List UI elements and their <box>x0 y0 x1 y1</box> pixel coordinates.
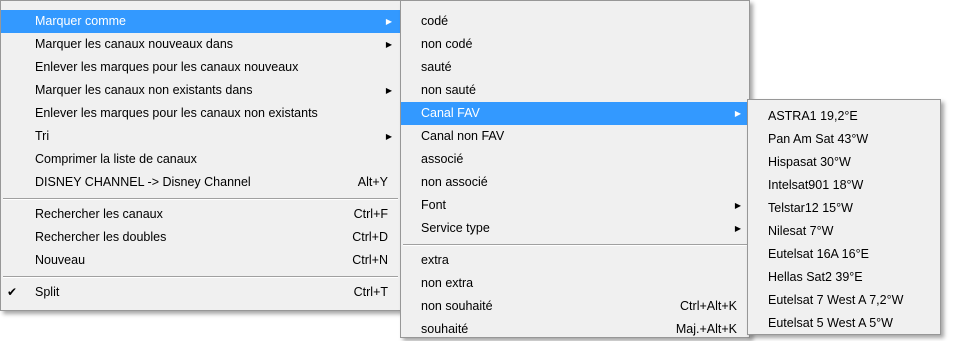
menu-item-label: Eutelsat 16A 16°E <box>768 247 869 261</box>
menu-item-label: sauté <box>421 60 452 74</box>
menu-item-shortcut: Alt+Y <box>357 175 388 189</box>
menu-item-label: codé <box>421 14 449 28</box>
menu-item-label: non souhaité <box>421 299 493 313</box>
menu-item-label: associé <box>421 152 464 166</box>
submenu-arrow-icon: ▶ <box>734 224 741 233</box>
menu-item-satellite[interactable]: Pan Am Sat 43°W <box>748 128 940 151</box>
menu-item-enlever-non-existants[interactable]: Enlever les marques pour les canaux non … <box>1 102 400 125</box>
menu-item-code[interactable]: codé <box>401 10 749 33</box>
menu-item-non-saute[interactable]: non sauté <box>401 79 749 102</box>
menu-item-label: Tri <box>35 129 50 143</box>
menu-item-split[interactable]: ✔ Split Ctrl+T <box>1 281 400 304</box>
menu-item-label: Eutelsat 7 West A 7,2°W <box>768 293 904 307</box>
menu-item-canal-fav[interactable]: Canal FAV ▶ <box>401 102 749 125</box>
menu-item-shortcut: Ctrl+T <box>353 285 388 299</box>
submenu-arrow-icon: ▶ <box>385 86 392 95</box>
menu-item-associe[interactable]: associé <box>401 148 749 171</box>
menu-item-saute[interactable]: sauté <box>401 56 749 79</box>
menu-item-satellite[interactable]: Hellas Sat2 39°E <box>748 266 940 289</box>
menu-item-shortcut: Ctrl+F <box>353 207 388 221</box>
submenu-canal-fav: ASTRA1 19,2°E Pan Am Sat 43°W Hispasat 3… <box>747 99 941 335</box>
menu-item-label: souhaité <box>421 322 469 336</box>
context-menu: Marquer comme ▶ Marquer les canaux nouvea… <box>0 0 401 311</box>
menu-item-marquer-nouveaux[interactable]: Marquer les canaux nouveaux dans ▶ <box>1 33 400 56</box>
menu-item-label: Canal FAV <box>421 106 480 120</box>
menu-item-label: Enlever les marques pour les canaux nouv… <box>35 60 299 74</box>
menu-item-satellite[interactable]: Hispasat 30°W <box>748 151 940 174</box>
menu-item-label: Service type <box>421 221 490 235</box>
submenu-arrow-icon: ▶ <box>385 40 392 49</box>
menu-item-non-extra[interactable]: non extra <box>401 272 749 295</box>
menu-item-label: Telstar12 15°W <box>768 201 853 215</box>
menu-item-non-code[interactable]: non codé <box>401 33 749 56</box>
menu-item-label: non sauté <box>421 83 476 97</box>
submenu-arrow-icon: ▶ <box>385 132 392 141</box>
menu-item-label: Marquer les canaux non existants dans <box>35 83 253 97</box>
menu-item-shortcut: Ctrl+Alt+K <box>680 299 737 313</box>
menu-item-label: Font <box>421 198 447 212</box>
menu-item-marquer-non-existants[interactable]: Marquer les canaux non existants dans ▶ <box>1 79 400 102</box>
menu-item-non-souhaite[interactable]: non souhaité Ctrl+Alt+K <box>401 295 749 318</box>
menu-item-label: Intelsat901 18°W <box>768 178 864 192</box>
menu-item-non-associe[interactable]: non associé <box>401 171 749 194</box>
menu-item-tri[interactable]: Tri ▶ <box>1 125 400 148</box>
menu-separator <box>1 194 400 203</box>
menu-item-label: ASTRA1 19,2°E <box>768 109 858 123</box>
menu-item-enlever-nouveaux[interactable]: Enlever les marques pour les canaux nouv… <box>1 56 400 79</box>
menu-item-rechercher-canaux[interactable]: Rechercher les canaux Ctrl+F <box>1 203 400 226</box>
menu-item-satellite[interactable]: Eutelsat 16A 16°E <box>748 243 940 266</box>
menu-item-label: Split <box>35 285 60 299</box>
menu-item-label: Hellas Sat2 39°E <box>768 270 863 284</box>
menu-item-satellite[interactable]: Eutelsat 7 West A 7,2°W <box>748 289 940 312</box>
menu-item-label: Marquer les canaux nouveaux dans <box>35 37 234 51</box>
menu-item-service-type[interactable]: Service type ▶ <box>401 217 749 240</box>
menu-item-label: Pan Am Sat 43°W <box>768 132 869 146</box>
menu-item-satellite[interactable]: Nilesat 7°W <box>748 220 940 243</box>
menu-item-label: Rechercher les canaux <box>35 207 163 221</box>
menu-item-shortcut: Ctrl+N <box>352 253 388 267</box>
menu-separator <box>1 272 400 281</box>
menu-item-label: extra <box>421 253 449 267</box>
menu-item-label: Canal non FAV <box>421 129 505 143</box>
menu-item-satellite[interactable]: Eutelsat 5 West A 5°W <box>748 312 940 335</box>
submenu-arrow-icon: ▶ <box>385 17 392 26</box>
menu-item-label: Enlever les marques pour les canaux non … <box>35 106 318 120</box>
menu-item-label: Comprimer la liste de canaux <box>35 152 197 166</box>
check-icon: ✔ <box>7 285 18 299</box>
menu-item-satellite[interactable]: Telstar12 15°W <box>748 197 940 220</box>
menu-item-disney-rename[interactable]: DISNEY CHANNEL -> Disney Channel Alt+Y <box>1 171 400 194</box>
menu-item-font[interactable]: Font ▶ <box>401 194 749 217</box>
menu-item-label: Nouveau <box>35 253 86 267</box>
menu-item-nouveau[interactable]: Nouveau Ctrl+N <box>1 249 400 272</box>
menu-item-satellite[interactable]: ASTRA1 19,2°E <box>748 105 940 128</box>
submenu-arrow-icon: ▶ <box>734 201 741 210</box>
menu-item-comprimer[interactable]: Comprimer la liste de canaux <box>1 148 400 171</box>
menu-item-label: Marquer comme <box>35 14 126 28</box>
menu-item-shortcut: Ctrl+D <box>352 230 388 244</box>
submenu-arrow-icon: ▶ <box>734 109 741 118</box>
menu-separator <box>401 240 749 249</box>
menu-item-marquer-comme[interactable]: Marquer comme ▶ <box>1 10 400 33</box>
menu-item-rechercher-doubles[interactable]: Rechercher les doubles Ctrl+D <box>1 226 400 249</box>
menu-item-label: non associé <box>421 175 488 189</box>
menu-item-label: Eutelsat 5 West A 5°W <box>768 316 893 330</box>
menu-item-label: Rechercher les doubles <box>35 230 167 244</box>
menu-item-label: DISNEY CHANNEL -> Disney Channel <box>35 175 251 189</box>
submenu-marquer-comme: codé non codé sauté non sauté Canal FAV ▶… <box>400 0 750 338</box>
menu-item-label: Hispasat 30°W <box>768 155 851 169</box>
menu-item-satellite[interactable]: Intelsat901 18°W <box>748 174 940 197</box>
menu-item-extra[interactable]: extra <box>401 249 749 272</box>
menu-item-label: non codé <box>421 37 473 51</box>
menu-item-label: Nilesat 7°W <box>768 224 834 238</box>
menu-item-canal-non-fav[interactable]: Canal non FAV <box>401 125 749 148</box>
menu-item-label: non extra <box>421 276 474 290</box>
